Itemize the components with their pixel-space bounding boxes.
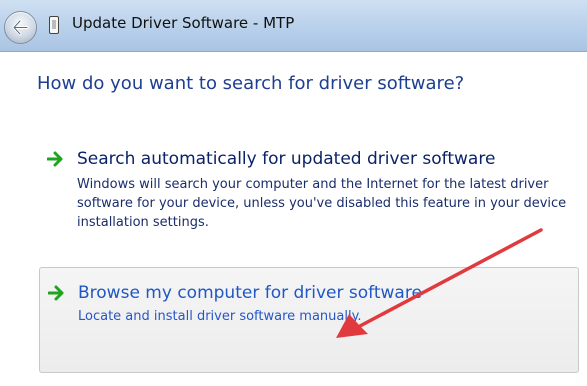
browse-computer-option[interactable]: Browse my computer for driver software L… — [39, 267, 579, 373]
search-automatically-option[interactable]: Search automatically for updated driver … — [39, 143, 579, 243]
option-title: Search automatically for updated driver … — [77, 149, 496, 169]
back-button[interactable] — [4, 11, 37, 44]
option-title: Browse my computer for driver software — [78, 283, 422, 303]
device-icon — [49, 16, 59, 34]
page-heading: How do you want to search for driver sof… — [37, 73, 465, 94]
back-arrow-icon — [12, 19, 29, 36]
green-arrow-icon — [48, 285, 64, 301]
window-title: Update Driver Software - MTP — [72, 14, 295, 32]
title-bar: Update Driver Software - MTP — [0, 0, 587, 52]
option-description: Locate and install driver software manua… — [78, 309, 362, 324]
option-description: Windows will search your computer and th… — [77, 177, 567, 230]
green-arrow-icon — [47, 151, 63, 167]
